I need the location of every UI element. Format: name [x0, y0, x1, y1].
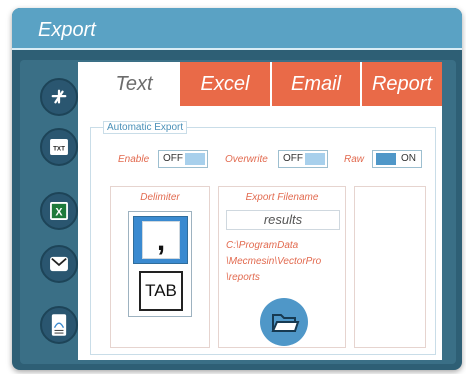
enable-toggle[interactable]: OFF [158, 150, 208, 168]
export-tabs: Text Excel Email Report [78, 62, 442, 106]
export-path-line: C:\ProgramData [226, 240, 299, 251]
email-export-button[interactable] [40, 245, 78, 283]
raw-toggle[interactable]: ON [372, 150, 422, 168]
window-title: Export [38, 19, 96, 41]
tab-delimiter-button[interactable]: TAB [139, 271, 183, 311]
overwrite-label: Overwrite [225, 154, 268, 165]
report-icon [51, 314, 67, 336]
tab-email[interactable]: Email [270, 62, 360, 106]
svg-text:TXT: TXT [53, 146, 65, 153]
empty-options-box [354, 186, 426, 348]
enable-label: Enable [118, 154, 150, 165]
report-export-button[interactable] [40, 306, 78, 344]
export-path-line: \Mecmesin\VectorPro [226, 256, 322, 267]
overwrite-state: OFF [283, 153, 303, 164]
overwrite-toggle[interactable]: OFF [278, 150, 328, 168]
enable-knob [185, 153, 205, 165]
raw-state: ON [401, 153, 416, 164]
browse-folder-button[interactable] [260, 298, 308, 346]
tab-report[interactable]: Report [360, 62, 442, 106]
title-bar: Export [12, 8, 462, 50]
tab-text[interactable]: Text [90, 62, 178, 106]
export-filename-title: Export Filename [245, 192, 319, 203]
export-path-line: \reports [226, 272, 260, 283]
automatic-export-label: Automatic Export [103, 121, 188, 134]
excel-icon: X [50, 202, 68, 220]
excel-export-button[interactable]: X [40, 192, 78, 230]
txt-export-button[interactable]: TXT [40, 128, 78, 166]
svg-text:X: X [55, 206, 63, 218]
raw-knob [376, 153, 396, 165]
tools-icon [51, 89, 67, 104]
tab-excel[interactable]: Excel [178, 62, 270, 106]
tools-button[interactable] [40, 78, 78, 116]
filename-input[interactable]: results [226, 210, 340, 230]
email-icon [50, 256, 68, 272]
txt-file-icon: TXT [50, 138, 68, 156]
overwrite-knob [305, 153, 325, 165]
raw-label: Raw [344, 154, 365, 165]
delimiter-title: Delimiter [140, 192, 180, 203]
comma-delimiter-button[interactable]: , [133, 216, 188, 264]
enable-state: OFF [163, 153, 183, 164]
comma-delimiter-glyph: , [142, 221, 180, 259]
folder-icon [271, 314, 300, 332]
